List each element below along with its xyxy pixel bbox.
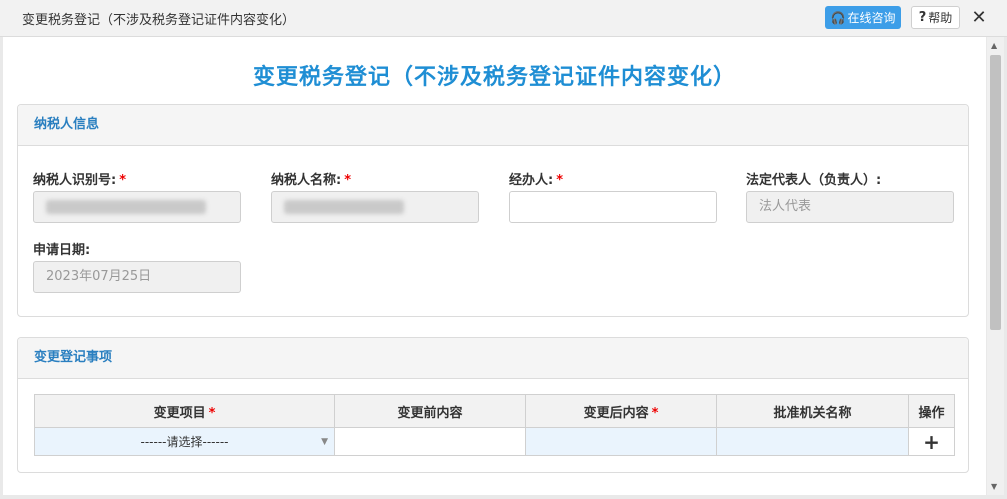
change-item-select-value: ------请选择------ — [140, 435, 229, 449]
help-label: 帮助 — [928, 11, 953, 25]
scroll-up-icon[interactable]: ▲ — [991, 41, 997, 50]
table-header-row: 变更项目 * 变更前内容 变更后内容 * 批准机关名称 操作 — [34, 394, 955, 428]
column-header-text: 变更项目 — [153, 405, 206, 421]
change-items-heading: 变更登记事项 — [18, 338, 968, 379]
legal-rep-label: 法定代表人（负责人）: — [746, 173, 882, 188]
chevron-down-icon: ▼ — [321, 437, 328, 447]
page-title: 变更税务登记（不涉及税务登记证件内容变化） — [252, 65, 736, 90]
close-icon[interactable]: ✕ — [968, 6, 990, 29]
handler-label-text: 经办人: — [509, 173, 554, 188]
taxpayer-info-heading: 纳税人信息 — [18, 105, 968, 146]
vertical-scrollbar[interactable]: ▲ ▼ — [987, 37, 1004, 495]
help-button[interactable]: ? 帮助 — [911, 6, 960, 29]
column-header: 操作 — [908, 394, 955, 428]
window-titlebar: 变更税务登记（不涉及税务登记证件内容变化） 🎧 在线咨询 ? 帮助 ✕ — [0, 0, 1007, 37]
required-mark: * — [344, 173, 352, 188]
taxpayer-name-label: 纳税人名称: * — [271, 169, 351, 188]
taxpayer-id-label-text: 纳税人识别号: — [33, 173, 117, 188]
change-items-table: 变更项目 * 变更前内容 变更后内容 * 批准机关名称 操作 ------请选择--… — [34, 394, 955, 456]
apply-date-label: 申请日期: — [33, 243, 91, 258]
change-item-select[interactable]: ------请选择------ ▼ — [34, 427, 335, 456]
taxpayer-id-label: 纳税人识别号: * — [33, 169, 126, 188]
change-items-panel: 变更登记事项 变更项目 * 变更前内容 变更后内容 * 批准机关名称 操作 ----… — [17, 337, 969, 473]
taxpayer-id-field — [33, 191, 241, 223]
scroll-down-icon[interactable]: ▼ — [991, 482, 997, 491]
approval-authority-input[interactable] — [716, 427, 909, 456]
before-content-cell — [334, 427, 526, 456]
window-title: 变更税务登记（不涉及税务登记证件内容变化） — [22, 13, 296, 28]
taxpayer-name-field — [271, 191, 479, 223]
headset-icon: 🎧 — [830, 10, 846, 25]
column-header: 变更前内容 — [334, 394, 526, 428]
taxpayer-name-label-text: 纳税人名称: — [271, 173, 342, 188]
handler-label: 经办人: * — [509, 169, 563, 188]
online-consult-label: 在线咨询 — [847, 11, 896, 25]
dialog-content: 变更税务登记（不涉及税务登记证件内容变化） 纳税人信息 纳税人识别号: * 纳税人… — [3, 37, 986, 495]
handler-input[interactable] — [509, 191, 717, 223]
scrollbar-thumb[interactable] — [990, 55, 1001, 330]
column-header: 变更项目 * — [34, 394, 335, 428]
legal-rep-field: 法人代表 — [746, 191, 954, 223]
taxpayer-info-panel: 纳税人信息 纳税人识别号: * 纳税人名称: * 经办人: * 法定代表人（负责人）:… — [17, 104, 969, 317]
column-header-text: 变更后内容 — [583, 405, 649, 421]
apply-date-field: 2023年07月25日 — [33, 261, 241, 293]
redacted-value — [284, 200, 404, 214]
redacted-value — [46, 200, 206, 214]
column-header: 变更后内容 * — [525, 394, 717, 428]
column-header: 批准机关名称 — [716, 394, 909, 428]
question-icon: ? — [918, 10, 927, 25]
online-consult-button[interactable]: 🎧 在线咨询 — [825, 6, 901, 29]
required-mark: * — [651, 405, 659, 421]
table-row: ------请选择------ ▼ + — [34, 427, 955, 456]
required-mark: * — [119, 173, 127, 188]
required-mark: * — [208, 405, 216, 421]
plus-icon[interactable]: + — [908, 427, 955, 456]
after-content-input[interactable] — [525, 427, 717, 456]
required-mark: * — [556, 173, 564, 188]
